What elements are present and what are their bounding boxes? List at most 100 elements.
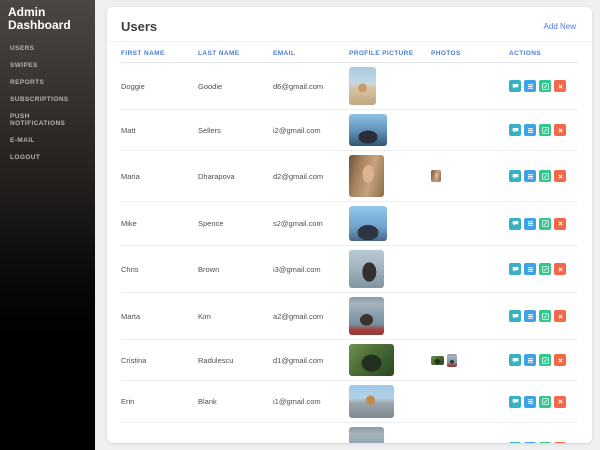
chat-button[interactable]: [509, 217, 521, 230]
table-row: Erin Blank i1@gmail.com: [121, 380, 578, 423]
delete-button[interactable]: [554, 80, 566, 92]
edit-button[interactable]: [539, 217, 551, 230]
list-button[interactable]: [524, 80, 536, 92]
chat-icon: [512, 399, 518, 404]
delete-icon: [557, 266, 563, 272]
edit-button[interactable]: [539, 310, 551, 322]
list-button[interactable]: [524, 395, 536, 408]
cell-photos: [431, 339, 509, 381]
chat-button[interactable]: [509, 442, 521, 443]
cell-email: i1@gmail.com: [273, 380, 349, 423]
cell-last-name: Kim: [198, 422, 273, 443]
list-button[interactable]: [524, 170, 536, 182]
table-header-row: First Name Last Name Email Profile Picture P…: [121, 42, 578, 63]
cell-email: s4@gmail.com: [273, 422, 349, 443]
edit-button[interactable]: [539, 124, 551, 136]
delete-button[interactable]: [554, 310, 566, 322]
delete-button[interactable]: [554, 124, 566, 136]
edit-icon: [541, 220, 549, 227]
table-row: Doggie Goodie d6@gmail.com: [121, 62, 578, 110]
cell-first-name: Erin: [121, 380, 198, 423]
edit-button[interactable]: [539, 442, 551, 443]
list-button[interactable]: [524, 310, 536, 322]
cell-profile-picture: [349, 339, 431, 381]
couple-sky-photo: [349, 206, 387, 241]
sidebar: Admin Dashboard USERS SWIPES REPORTS SUBSCR…: [0, 0, 95, 450]
couple-green-photo: [431, 355, 444, 365]
edit-button[interactable]: [539, 170, 551, 182]
cell-profile-picture: [349, 109, 431, 151]
list-icon: [527, 399, 533, 404]
list-icon: [527, 173, 533, 179]
cell-first-name: Monica: [121, 422, 198, 443]
list-button[interactable]: [524, 354, 536, 366]
delete-button[interactable]: [554, 442, 566, 443]
cell-last-name: Kim: [198, 292, 273, 340]
edit-button[interactable]: [539, 354, 551, 366]
users-table: First Name Last Name Email Profile Picture P…: [121, 42, 578, 443]
edit-icon: [541, 82, 549, 90]
woman-selfie-photo: [349, 155, 384, 197]
edit-button[interactable]: [539, 263, 551, 275]
delete-icon: [557, 83, 563, 89]
page-title: Users: [121, 19, 158, 34]
chat-button[interactable]: [509, 310, 521, 322]
cell-actions: [509, 339, 578, 381]
delete-button[interactable]: [554, 263, 566, 275]
sidebar-item-reports[interactable]: REPORTS: [0, 74, 95, 91]
cell-profile-picture: [349, 422, 431, 443]
delete-button[interactable]: [554, 395, 566, 408]
list-button[interactable]: [524, 124, 536, 136]
cell-first-name: Cristina: [121, 339, 198, 381]
cell-first-name: Chris: [121, 245, 198, 293]
delete-button[interactable]: [554, 170, 566, 182]
cell-first-name: Mike: [121, 201, 198, 246]
chat-icon: [512, 127, 518, 133]
card-header: Users Add New: [107, 7, 592, 42]
edit-button[interactable]: [539, 395, 551, 408]
cell-email: i2@gmail.com: [273, 109, 349, 151]
delete-button[interactable]: [554, 354, 566, 366]
cell-photos: [431, 245, 509, 293]
delete-icon: [557, 357, 563, 363]
list-button[interactable]: [524, 442, 536, 443]
table-row: Maria Dharapova d2@gmail.com: [121, 150, 578, 202]
edit-icon: [541, 398, 549, 405]
cell-profile-picture: [349, 201, 431, 246]
cell-first-name: Marta: [121, 292, 198, 340]
list-button[interactable]: [524, 217, 536, 230]
edit-button[interactable]: [539, 80, 551, 92]
cell-photos: [431, 292, 509, 340]
cell-last-name: Dharapova: [198, 150, 273, 202]
chat-icon: [512, 357, 518, 363]
cell-actions: [509, 201, 578, 246]
cell-actions: [509, 422, 578, 443]
sidebar-item-push-notifications[interactable]: PUSH NOTIFICATIONS: [0, 108, 95, 132]
cell-actions: [509, 109, 578, 151]
add-new-link[interactable]: Add New: [544, 22, 576, 31]
chat-button[interactable]: [509, 124, 521, 136]
chat-button[interactable]: [509, 395, 521, 408]
cell-actions: [509, 245, 578, 293]
column-header-profile-picture: Profile Picture: [349, 42, 431, 63]
sidebar-item-users[interactable]: USERS: [0, 40, 95, 57]
cell-photos: [431, 109, 509, 151]
cell-profile-picture: [349, 150, 431, 202]
chat-button[interactable]: [509, 354, 521, 366]
delete-icon: [557, 221, 563, 226]
sidebar-item-logout[interactable]: LOGOUT: [0, 149, 95, 166]
chat-icon: [512, 173, 518, 179]
chat-button[interactable]: [509, 263, 521, 275]
chat-button[interactable]: [509, 80, 521, 92]
chat-button[interactable]: [509, 170, 521, 182]
sidebar-item-e-mail[interactable]: E-MAIL: [0, 132, 95, 149]
delete-button[interactable]: [554, 217, 566, 230]
cell-actions: [509, 292, 578, 340]
table-row: Marta Kim a2@gmail.com: [121, 292, 578, 340]
sidebar-item-subscriptions[interactable]: SUBSCRIPTIONS: [0, 91, 95, 108]
sidebar-item-swipes[interactable]: SWIPES: [0, 57, 95, 74]
cell-last-name: Radulescu: [198, 339, 273, 381]
edit-icon: [541, 172, 549, 180]
cell-profile-picture: [349, 292, 431, 340]
list-button[interactable]: [524, 263, 536, 275]
